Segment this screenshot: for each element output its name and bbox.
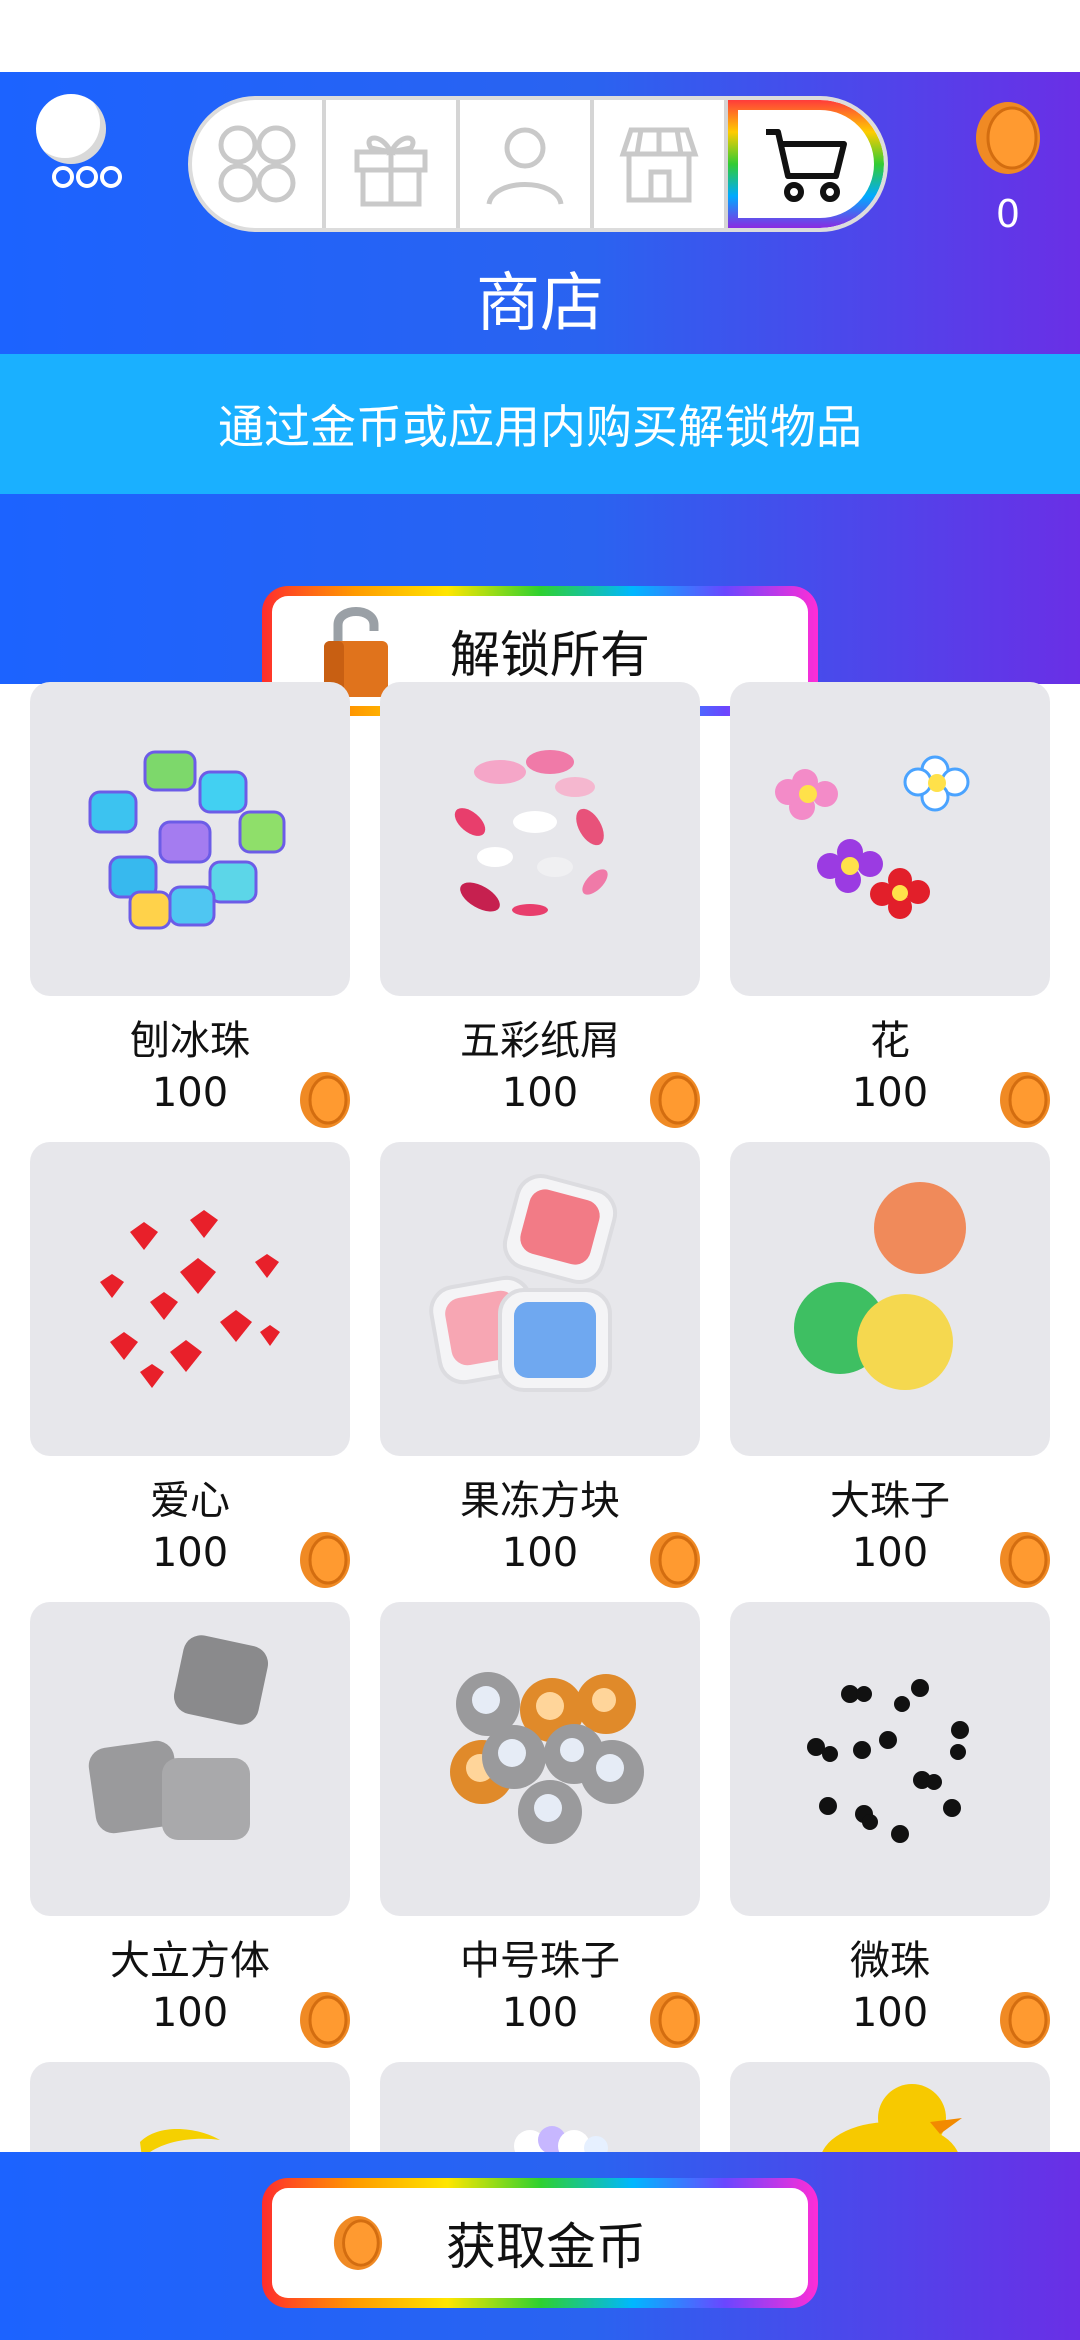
grid-icon bbox=[218, 125, 296, 203]
item-thumbnail bbox=[380, 1602, 700, 1916]
item-name: 爱心 bbox=[150, 1478, 230, 1524]
gift-icon bbox=[354, 135, 428, 207]
heart-icon bbox=[100, 1210, 280, 1388]
coin-icon bbox=[650, 1992, 700, 2048]
big-cube-icon bbox=[88, 1635, 269, 1840]
big-bead-icon bbox=[794, 1182, 966, 1390]
item-name: 花 bbox=[870, 1018, 910, 1064]
item-grid: 刨冰珠 100 五彩纸屑 100 花 100 爱心 100 果冻方块 100 大… bbox=[0, 682, 1080, 2152]
item-thumbnail bbox=[730, 682, 1050, 996]
bottom-bar: 获取金币 bbox=[0, 2152, 1080, 2340]
tab-gifts[interactable] bbox=[326, 100, 460, 228]
header: 0 商店 通过金币或应用内购买解锁物品 解锁所有 bbox=[0, 72, 1080, 706]
get-coins-label: 获取金币 bbox=[446, 2218, 646, 2276]
tab-store[interactable] bbox=[594, 100, 728, 228]
coin-icon bbox=[650, 1072, 700, 1128]
coin-icon bbox=[1000, 1532, 1050, 1588]
banana-icon bbox=[140, 2129, 220, 2152]
medium-bead-icon bbox=[450, 1672, 644, 1844]
item-thumbnail bbox=[380, 2062, 700, 2152]
item-name: 大珠子 bbox=[830, 1478, 950, 1524]
info-banner-text: 通过金币或应用内购买解锁物品 bbox=[218, 400, 862, 454]
item-name: 中号珠子 bbox=[460, 1938, 620, 1984]
cart-icon bbox=[766, 129, 847, 202]
coin-icon bbox=[650, 1532, 700, 1588]
item-thumbnail bbox=[380, 1142, 700, 1456]
storefront-icon bbox=[619, 127, 699, 203]
item-thumbnail bbox=[30, 1142, 350, 1456]
coin-icon bbox=[976, 102, 1040, 174]
item-name: 五彩纸屑 bbox=[460, 1018, 620, 1064]
item-thumbnail bbox=[730, 1142, 1050, 1456]
item-thumbnail bbox=[30, 1602, 350, 1916]
unlock-all-label: 解锁所有 bbox=[450, 626, 650, 684]
micro-bead-icon bbox=[807, 1679, 969, 1843]
get-coins-button[interactable]: 获取金币 bbox=[262, 2178, 818, 2308]
item-name: 大立方体 bbox=[110, 1938, 270, 1984]
coin-count: 0 bbox=[995, 192, 1021, 236]
status-bar bbox=[0, 0, 1080, 72]
coin-icon bbox=[300, 1532, 350, 1588]
coin-icon bbox=[300, 1072, 350, 1128]
item-thumbnail bbox=[380, 682, 700, 996]
item-thumbnail bbox=[30, 682, 350, 996]
shaved-ice-beads-icon bbox=[88, 750, 286, 930]
tab-profile[interactable] bbox=[460, 100, 594, 228]
menu-ring-icon bbox=[76, 166, 98, 188]
item-thumbnail bbox=[730, 2062, 1050, 2152]
menu-ring-icon bbox=[52, 166, 74, 188]
cloud-icon bbox=[514, 2126, 608, 2152]
menu-button[interactable] bbox=[26, 84, 146, 194]
menu-dot-icon bbox=[36, 94, 106, 164]
item-name: 刨冰珠 bbox=[130, 1018, 250, 1064]
tab-bar bbox=[188, 96, 888, 232]
coin-icon bbox=[1000, 1992, 1050, 2048]
confetti-icon bbox=[454, 750, 608, 916]
item-thumbnail bbox=[30, 2062, 350, 2152]
tab-collections[interactable] bbox=[192, 100, 326, 228]
user-icon bbox=[486, 127, 564, 205]
menu-ring-icon bbox=[100, 166, 122, 188]
item-name: 果冻方块 bbox=[460, 1478, 620, 1524]
coin-icon bbox=[333, 2216, 383, 2270]
page-title: 商店 bbox=[476, 267, 604, 341]
info-banner: 通过金币或应用内购买解锁物品 bbox=[0, 354, 1080, 494]
item-thumbnail bbox=[730, 1602, 1050, 1916]
coin-icon bbox=[1000, 1072, 1050, 1128]
tab-shop[interactable] bbox=[728, 100, 884, 228]
item-name: 微珠 bbox=[850, 1938, 930, 1984]
rubber-duck-icon bbox=[822, 2084, 962, 2152]
flower-icon bbox=[775, 755, 970, 919]
coin-icon bbox=[300, 1992, 350, 2048]
jelly-cube-icon bbox=[429, 1174, 618, 1392]
shop-screen: 0 商店 通过金币或应用内购买解锁物品 解锁所有 刨冰珠 100 五彩纸屑 10… bbox=[0, 0, 1080, 2340]
